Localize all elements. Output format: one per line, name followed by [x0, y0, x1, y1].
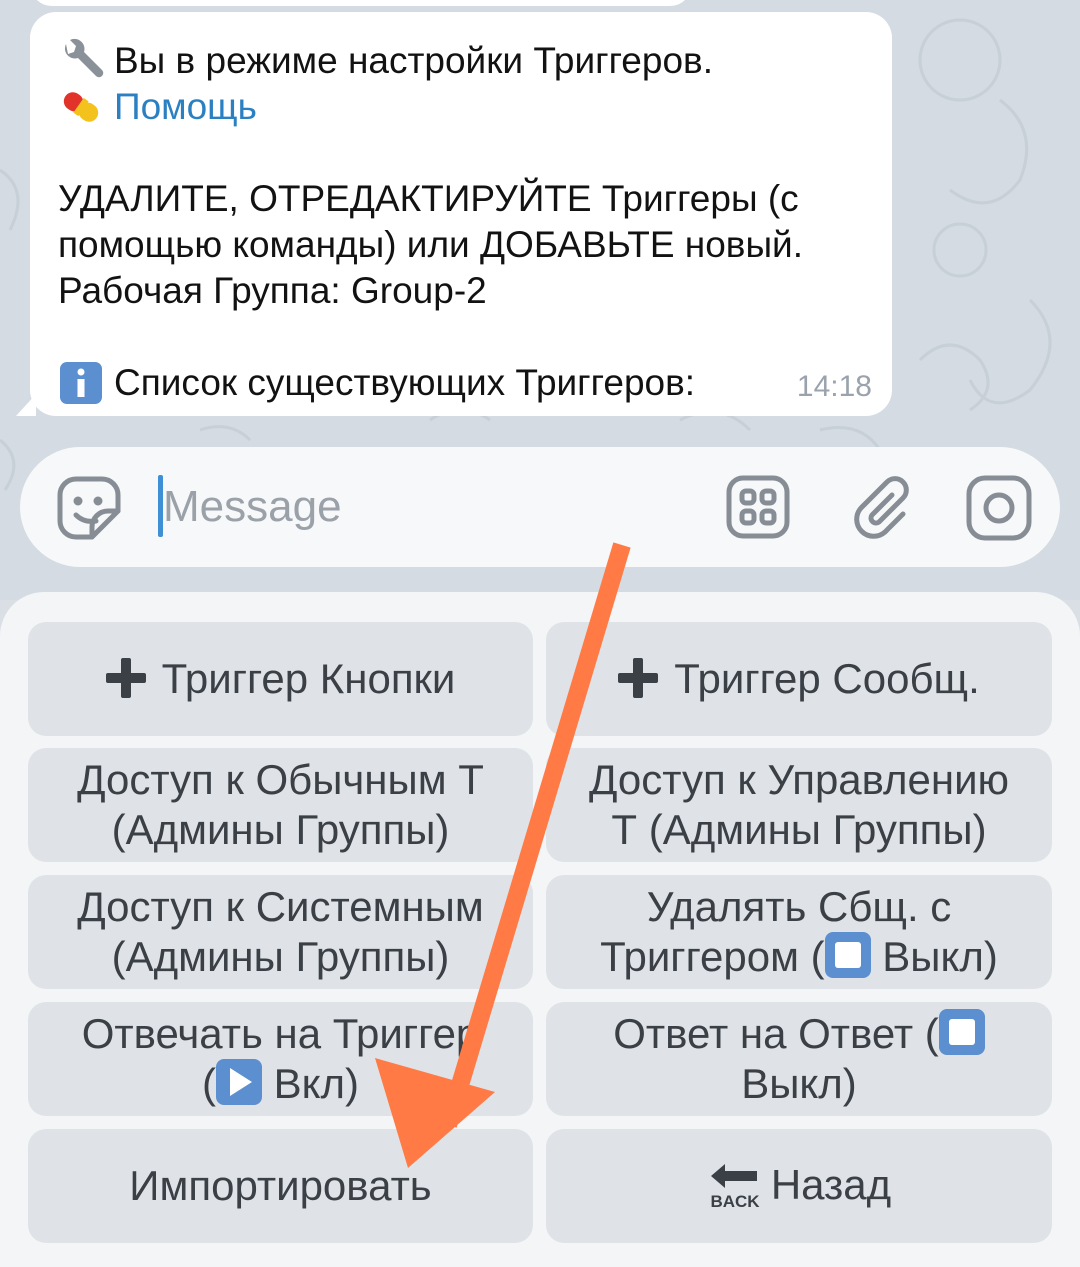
button-label: Выкл) — [741, 1060, 857, 1108]
reply-keyboard: Триггер Кнопки Триггер Сообщ. Доступ к О… — [0, 592, 1080, 1267]
regular-triggers-access-button[interactable]: Доступ к Обычным Т (Админы Группы) — [28, 748, 533, 862]
button-label: Импортировать — [129, 1162, 432, 1209]
message-input[interactable]: Message — [163, 481, 342, 533]
bubble-tail — [16, 394, 36, 416]
button-label: Триггер Кнопки — [161, 655, 456, 702]
message-line: УДАЛИТЕ, ОТРЕДАКТИРУЙТЕ Триггеры (с — [58, 178, 799, 219]
wrench-icon — [58, 38, 104, 84]
delete-trigger-messages-toggle[interactable]: Удалять Сбщ. с Триггером ( Выкл) — [546, 875, 1052, 989]
stop-icon — [938, 1009, 985, 1056]
button-label: Ответ на Ответ ( — [613, 1009, 939, 1057]
button-label: (Админы Группы) — [111, 933, 450, 980]
message-line: Список существующих Триггеров: — [58, 360, 864, 406]
pill-icon — [58, 84, 104, 130]
button-label: Назад — [770, 1161, 892, 1209]
sticker-icon[interactable] — [56, 475, 122, 541]
button-label: Триггер Сообщ. — [674, 655, 980, 702]
button-label: Т (Админы Группы) — [611, 806, 987, 853]
mode-text: Вы в режиме настройки Триггеров. — [114, 40, 713, 81]
message-line: Вы в режиме настройки Триггеров. — [58, 38, 864, 84]
plus-icon — [618, 657, 659, 698]
button-label: Выкл) — [870, 932, 998, 980]
apps-icon[interactable] — [726, 475, 790, 539]
plus-icon — [105, 657, 146, 698]
camera-icon[interactable] — [966, 475, 1032, 541]
paperclip-icon[interactable] — [848, 473, 914, 539]
add-message-trigger-button[interactable]: Триггер Сообщ. — [546, 622, 1052, 736]
button-label: Триггером ( — [600, 932, 825, 980]
back-button[interactable]: BACK Назад — [546, 1129, 1052, 1243]
button-label: Доступ к Управлению — [588, 756, 1010, 803]
reply-to-reply-toggle[interactable]: Ответ на Ответ (Выкл) — [546, 1002, 1052, 1116]
previous-message-bubble — [30, 0, 692, 6]
help-link[interactable]: Помощь — [114, 84, 257, 130]
play-icon — [215, 1059, 262, 1106]
button-label: (Админы Группы) — [111, 806, 450, 853]
button-label: Отвечать на Триггер — [81, 1009, 480, 1057]
management-triggers-access-button[interactable]: Доступ к Управлению Т (Админы Группы) — [546, 748, 1052, 862]
button-label: Доступ к Системным — [77, 883, 484, 930]
import-button[interactable]: Импортировать — [28, 1129, 533, 1243]
stop-icon — [824, 932, 871, 979]
button-label: Доступ к Обычным Т — [77, 756, 484, 803]
trigger-list-text: Список существующих Триггеров: — [114, 362, 696, 403]
message-line: Рабочая Группа: Group-2 — [58, 270, 487, 311]
back-icon: BACK — [707, 1162, 763, 1211]
button-label: Удалять Сбщ. с — [646, 882, 952, 930]
system-triggers-access-button[interactable]: Доступ к Системным (Админы Группы) — [28, 875, 533, 989]
message-composer: Message — [20, 447, 1060, 567]
button-label: ( — [201, 1059, 216, 1107]
info-icon — [58, 360, 104, 406]
message-time: 14:18 — [796, 370, 872, 403]
button-label: Вкл) — [261, 1059, 360, 1107]
message-line: Помощь — [58, 84, 864, 130]
message-bubble[interactable]: Вы в режиме настройки Триггеров. Помощь … — [16, 12, 892, 416]
message-line: помощью команды) или ДОБАВЬТЕ новый. — [58, 224, 804, 265]
add-button-trigger-button[interactable]: Триггер Кнопки — [28, 622, 533, 736]
reply-to-trigger-toggle[interactable]: Отвечать на Триггер( Вкл) — [28, 1002, 533, 1116]
back-icon-text: BACK — [710, 1192, 760, 1210]
